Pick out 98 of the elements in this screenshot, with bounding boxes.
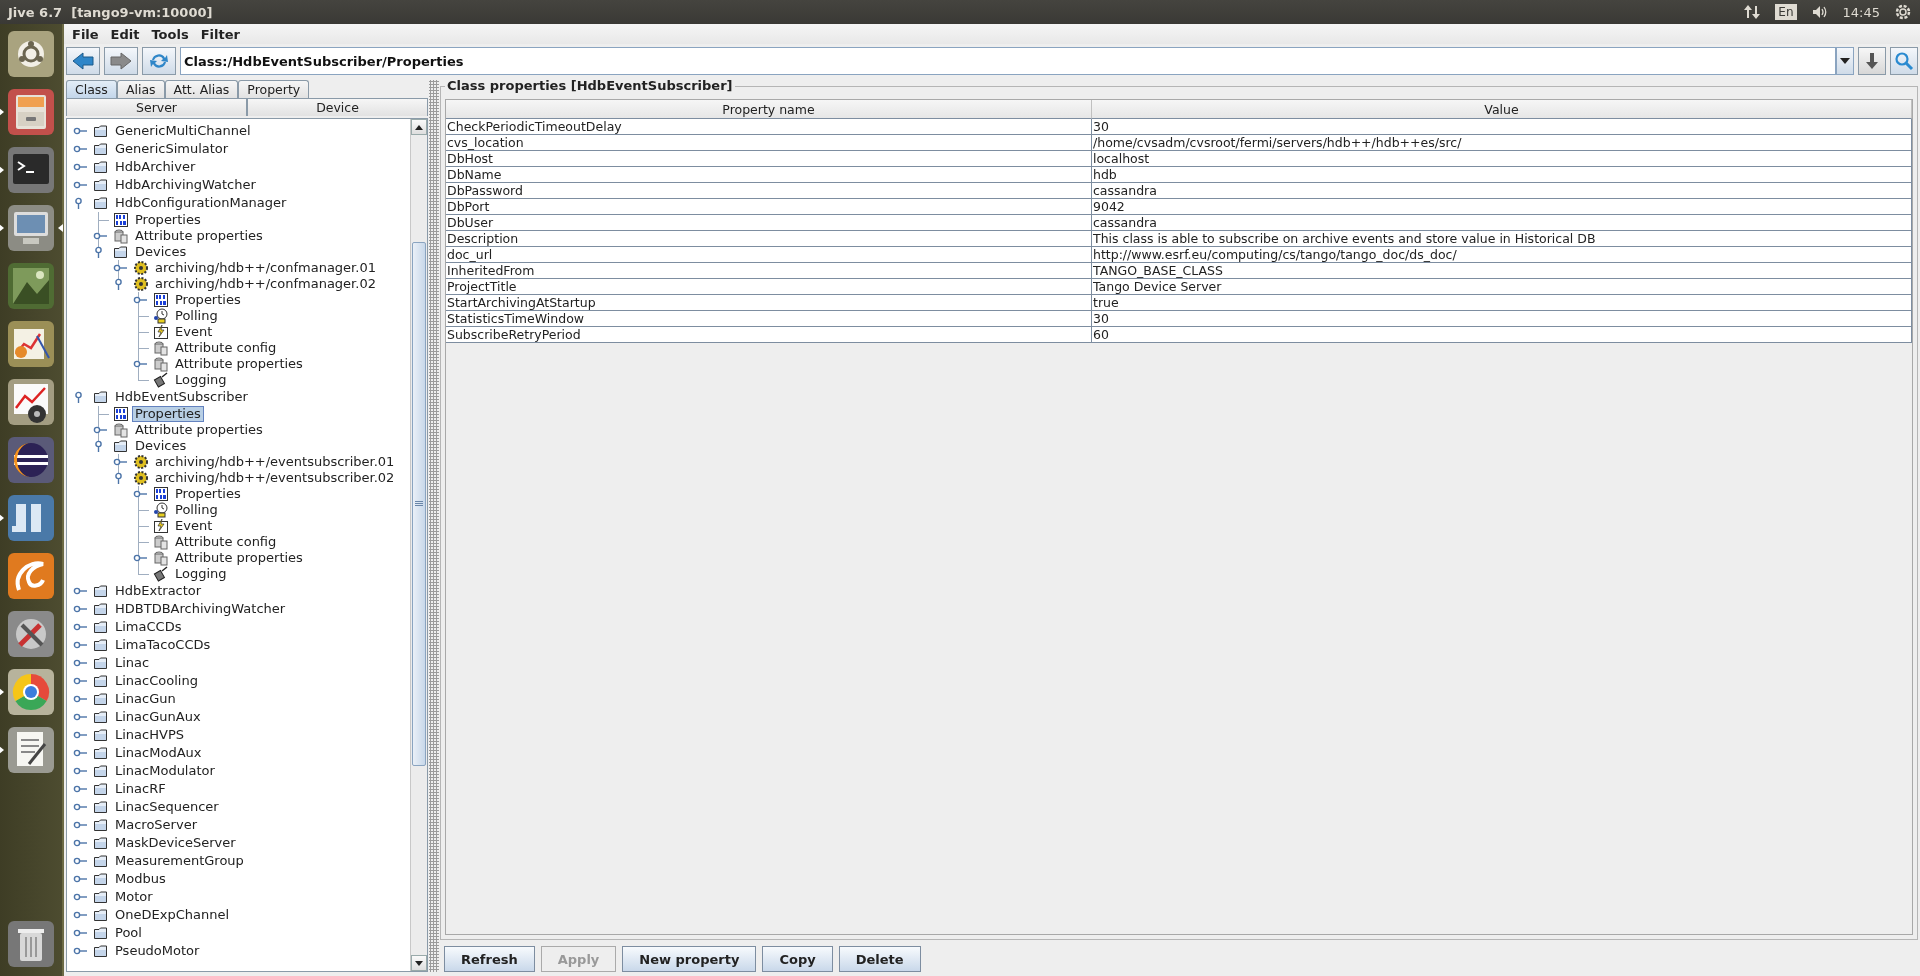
tab[interactable]: Alias <box>116 80 165 98</box>
tab[interactable]: Device <box>247 98 428 116</box>
tree-item[interactable]: Attribute properties <box>172 550 306 566</box>
tree-item[interactable]: HdbConfigurationManager <box>112 195 290 211</box>
tree-item[interactable]: LinacRF <box>112 781 169 797</box>
table-cell[interactable]: DbPassword <box>446 183 1092 199</box>
table-cell[interactable]: http://www.esrf.eu/computing/cs/tango/tango_doc/ds_doc/ <box>1092 247 1912 263</box>
tree-item[interactable]: Polling <box>172 502 221 518</box>
tree-item[interactable]: Properties <box>172 292 244 308</box>
tree-item[interactable]: Linac <box>112 655 153 671</box>
tree-item[interactable]: Properties <box>132 212 204 228</box>
tree-item[interactable]: Logging <box>172 566 230 582</box>
tree-item[interactable]: Modbus <box>112 871 169 887</box>
table-cell[interactable]: DbHost <box>446 151 1092 167</box>
table-cell[interactable]: 60 <box>1092 327 1912 343</box>
table-cell[interactable]: CheckPeriodicTimeoutDelay <box>446 119 1092 135</box>
table-cell[interactable]: This class is able to subscribe on archive events and store value in Historical DB <box>1092 231 1912 247</box>
tree-item[interactable]: Attribute config <box>172 534 280 550</box>
tree-item[interactable]: LinacModulator <box>112 763 218 779</box>
tree-item[interactable]: LinacHVPS <box>112 727 187 743</box>
table-cell[interactable]: StatisticsTimeWindow <box>446 311 1092 327</box>
tree-item[interactable]: LinacGunAux <box>112 709 204 725</box>
table-cell[interactable]: Tango Device Server <box>1092 279 1912 295</box>
table-cell[interactable]: cvs_location <box>446 135 1092 151</box>
tree-item[interactable]: LinacGun <box>112 691 179 707</box>
clock[interactable]: 14:45 <box>1842 4 1880 20</box>
tree-item[interactable]: Event <box>172 324 216 340</box>
tree-item[interactable]: HdbArchivingWatcher <box>112 177 259 193</box>
table-cell[interactable]: hdb <box>1092 167 1912 183</box>
tree-item[interactable]: LimaTacoCCDs <box>112 637 214 653</box>
menu-item[interactable]: Filter <box>200 26 240 42</box>
tree-item[interactable]: MeasurementGroup <box>112 853 247 869</box>
tab[interactable]: Property <box>238 80 310 98</box>
column-header[interactable]: Value <box>1092 100 1912 119</box>
column-header[interactable]: Property name <box>446 100 1092 119</box>
table-cell[interactable]: true <box>1092 295 1912 311</box>
tree-item[interactable]: LinacModAux <box>112 745 205 761</box>
tree-item[interactable]: PseudoMotor <box>112 943 203 959</box>
table-cell[interactable]: 30 <box>1092 311 1912 327</box>
table-cell[interactable]: doc_url <box>446 247 1092 263</box>
action-button[interactable]: New property <box>622 946 757 972</box>
tree-item[interactable]: Attribute properties <box>172 356 306 372</box>
tree-item[interactable]: Properties <box>172 486 244 502</box>
table-cell[interactable]: DbName <box>446 167 1092 183</box>
menu-item[interactable]: Edit <box>110 26 140 42</box>
tree-item[interactable]: Polling <box>172 308 221 324</box>
action-button[interactable]: Copy <box>762 946 833 972</box>
tab[interactable]: Att. Alias <box>164 80 239 98</box>
tree-item[interactable]: Devices <box>132 244 190 260</box>
tree-item[interactable]: OneDExpChannel <box>112 907 232 923</box>
tree-item[interactable]: Attribute properties <box>132 422 266 438</box>
tree-item[interactable]: HdbEventSubscriber <box>112 389 251 405</box>
tree-item[interactable]: archiving/hdb++/eventsubscriber.02 <box>152 470 398 486</box>
action-button[interactable]: Refresh <box>444 946 535 972</box>
tree-item[interactable]: archiving/hdb++/confmanager.02 <box>152 276 379 292</box>
table-cell[interactable]: /home/cvsadm/cvsroot/fermi/servers/hdb++/hdb++es/src/ <box>1092 135 1912 151</box>
tree-item[interactable]: MacroServer <box>112 817 200 833</box>
table-cell[interactable]: 30 <box>1092 119 1912 135</box>
tree-item[interactable]: HdbExtractor <box>112 583 205 599</box>
tree-item[interactable]: LinacSequencer <box>112 799 222 815</box>
tree-item[interactable]: Properties <box>132 406 204 422</box>
tree-item[interactable]: GenericMultiChannel <box>112 123 254 139</box>
table-cell[interactable]: cassandra <box>1092 215 1912 231</box>
address-field[interactable]: Class:/HdbEventSubscriber/Properties <box>180 47 1836 75</box>
tree-item[interactable]: archiving/hdb++/confmanager.01 <box>152 260 379 276</box>
table-cell[interactable]: TANGO_BASE_CLASS <box>1092 263 1912 279</box>
table-cell[interactable]: SubscribeRetryPeriod <box>446 327 1092 343</box>
table-cell[interactable]: cassandra <box>1092 183 1912 199</box>
tree-item[interactable]: MaskDeviceServer <box>112 835 239 851</box>
table-cell[interactable]: StartArchivingAtStartup <box>446 295 1092 311</box>
tree-item[interactable]: Event <box>172 518 216 534</box>
window-title: Jive 6.7 [tango9-vm:10000] <box>8 4 214 20</box>
action-button[interactable]: Delete <box>838 946 921 972</box>
tree-item[interactable]: Pool <box>112 925 145 941</box>
tree-item[interactable]: HDBTDBArchivingWatcher <box>112 601 289 617</box>
menu-item[interactable]: Tools <box>151 26 189 42</box>
table-cell[interactable]: 9042 <box>1092 199 1912 215</box>
table-cell[interactable]: DbUser <box>446 215 1092 231</box>
tree-item[interactable]: Logging <box>172 372 230 388</box>
tree-item[interactable]: Attribute config <box>172 340 280 356</box>
table-cell[interactable]: Description <box>446 231 1092 247</box>
tree-item[interactable]: LimaCCDs <box>112 619 185 635</box>
table-cell[interactable]: localhost <box>1092 151 1912 167</box>
table-cell[interactable]: InheritedFrom <box>446 263 1092 279</box>
table-cell[interactable]: DbPort <box>446 199 1092 215</box>
tree-item[interactable]: Attribute properties <box>132 228 266 244</box>
tree-item[interactable]: LinacCooling <box>112 673 201 689</box>
keyboard-layout-indicator[interactable]: En <box>1775 4 1797 20</box>
tab[interactable]: Class <box>66 80 117 98</box>
tree-item[interactable]: Devices <box>132 438 190 454</box>
menu-item[interactable]: File <box>72 26 99 42</box>
tree-item[interactable]: HdbArchiver <box>112 159 199 175</box>
group-title: Class properties [HdbEventSubscriber] <box>445 78 735 93</box>
tree-item[interactable]: GenericSimulator <box>112 141 232 157</box>
tree-item[interactable]: archiving/hdb++/eventsubscriber.01 <box>152 454 398 470</box>
tree-item[interactable]: Motor <box>112 889 156 905</box>
table-cell[interactable]: ProjectTitle <box>446 279 1092 295</box>
tab[interactable]: Server <box>66 98 247 116</box>
